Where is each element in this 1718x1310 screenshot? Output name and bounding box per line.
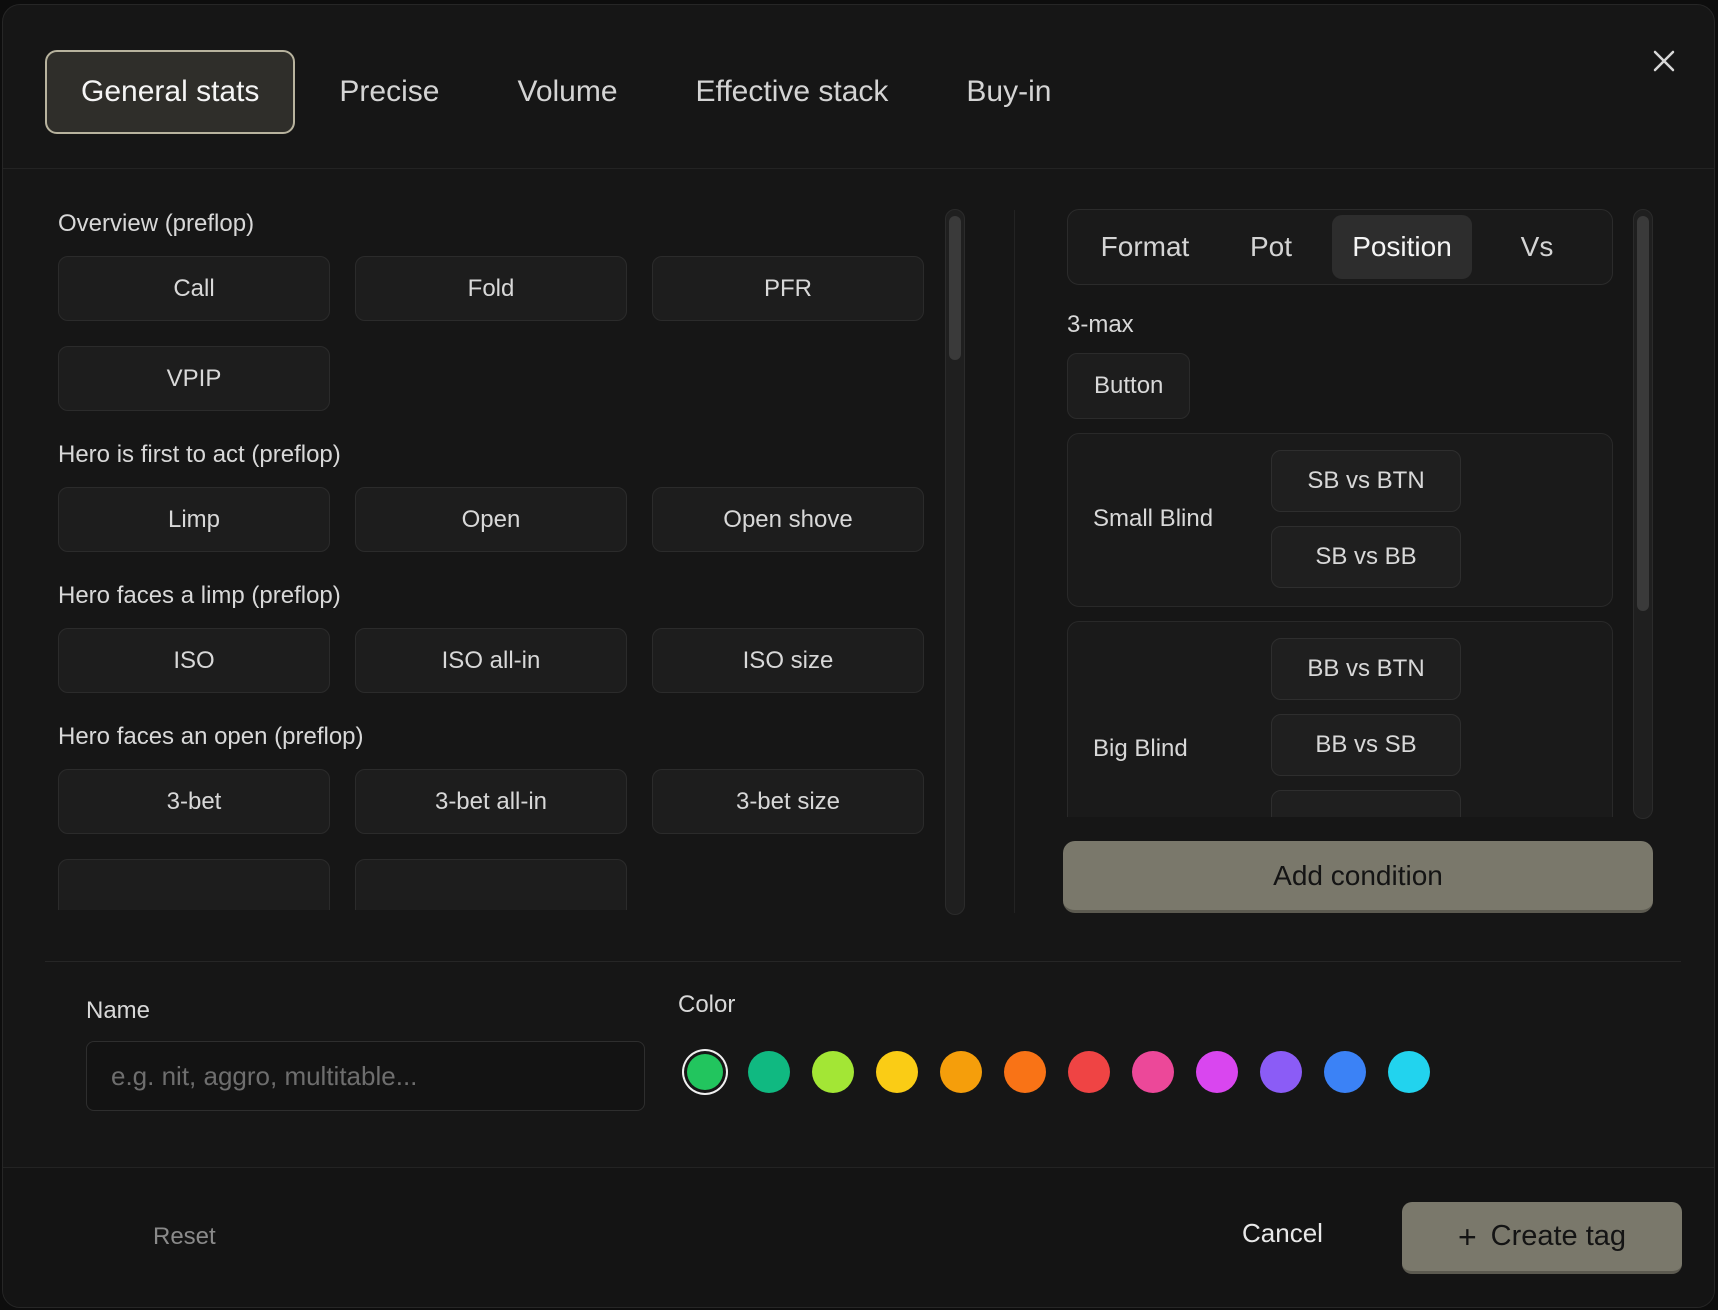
overview-stat-buttons: Call Fold PFR VPIP: [58, 256, 928, 411]
stats-scrollbar[interactable]: [945, 209, 965, 915]
format-label: 3-max: [1067, 311, 1134, 338]
add-condition-button[interactable]: Add condition: [1063, 841, 1653, 913]
tab-pot[interactable]: Pot: [1216, 215, 1326, 279]
stat-button-call[interactable]: Call: [58, 256, 330, 321]
tab-volume[interactable]: Volume: [483, 50, 651, 134]
stats-panel: Overview (preflop) Call Fold PFR VPIP He…: [58, 210, 928, 910]
create-tag-label: Create tag: [1490, 1220, 1627, 1252]
option-partial[interactable]: [1271, 790, 1461, 817]
small-blind-group: Small Blind SB vs BTN SB vs BB: [1067, 433, 1613, 607]
form-divider: [45, 961, 1681, 962]
color-swatch[interactable]: [812, 1051, 854, 1093]
stat-button-3bet[interactable]: 3-bet: [58, 769, 330, 834]
big-blind-label: Big Blind: [1093, 735, 1188, 762]
stat-button-iso-all-in[interactable]: ISO all-in: [355, 628, 627, 693]
panel-divider: [1014, 210, 1015, 913]
first-to-act-stat-buttons: Limp Open Open shove: [58, 487, 928, 552]
stat-button-limp[interactable]: Limp: [58, 487, 330, 552]
create-tag-button[interactable]: + Create tag: [1402, 1202, 1682, 1274]
stats-scrollbar-thumb[interactable]: [949, 216, 961, 360]
stat-button-pfr[interactable]: PFR: [652, 256, 924, 321]
color-swatch[interactable]: [1324, 1051, 1366, 1093]
big-blind-group: Big Blind BB vs BTN BB vs SB: [1067, 621, 1613, 817]
option-bb-vs-sb[interactable]: BB vs SB: [1271, 714, 1461, 776]
color-swatch[interactable]: [1004, 1051, 1046, 1093]
position-conditions: 3-max Button Small Blind SB vs BTN SB vs…: [1067, 305, 1613, 817]
stat-button-vpip[interactable]: VPIP: [58, 346, 330, 411]
section-title-faces-open: Hero faces an open (preflop): [58, 723, 364, 750]
section-title-overview: Overview (preflop): [58, 210, 255, 237]
faces-open-stat-buttons: 3-bet 3-bet all-in 3-bet size: [58, 769, 928, 910]
color-label: Color: [678, 991, 736, 1018]
conditions-scrollbar-thumb[interactable]: [1637, 216, 1649, 611]
color-swatch[interactable]: [1068, 1051, 1110, 1093]
option-sb-vs-bb[interactable]: SB vs BB: [1271, 526, 1461, 588]
stat-button-3bet-size[interactable]: 3-bet size: [652, 769, 924, 834]
stat-button-open[interactable]: Open: [355, 487, 627, 552]
faces-limp-stat-buttons: ISO ISO all-in ISO size: [58, 628, 928, 693]
option-sb-vs-btn[interactable]: SB vs BTN: [1271, 450, 1461, 512]
color-swatch[interactable]: [1388, 1051, 1430, 1093]
color-swatch[interactable]: [1260, 1051, 1302, 1093]
color-swatch[interactable]: [876, 1051, 918, 1093]
tab-precise[interactable]: Precise: [305, 50, 473, 134]
small-blind-label: Small Blind: [1093, 505, 1214, 532]
section-title-first-to-act: Hero is first to act (preflop): [58, 441, 341, 468]
condition-tabs: Format Pot Position Vs: [1067, 209, 1613, 285]
close-button[interactable]: [1644, 41, 1684, 81]
reset-button[interactable]: Reset: [153, 1223, 216, 1251]
color-swatches: [684, 1050, 1452, 1094]
name-input[interactable]: [86, 1041, 645, 1111]
color-swatch[interactable]: [940, 1051, 982, 1093]
stat-button-partial[interactable]: [355, 859, 627, 910]
header-divider: [3, 168, 1714, 169]
tab-buy-in[interactable]: Buy-in: [932, 50, 1085, 134]
tab-position[interactable]: Position: [1332, 215, 1472, 279]
close-icon: [1653, 50, 1675, 72]
plus-icon: +: [1457, 1218, 1477, 1255]
color-swatch[interactable]: [687, 1054, 723, 1090]
tab-vs[interactable]: Vs: [1472, 215, 1602, 279]
color-swatch[interactable]: [1196, 1051, 1238, 1093]
color-swatch[interactable]: [748, 1051, 790, 1093]
create-tag-dialog: General stats Precise Volume Effective s…: [2, 4, 1715, 1308]
stat-button-partial[interactable]: [58, 859, 330, 910]
stat-button-fold[interactable]: Fold: [355, 256, 627, 321]
stat-button-3bet-all-in[interactable]: 3-bet all-in: [355, 769, 627, 834]
tab-format[interactable]: Format: [1074, 215, 1216, 279]
tab-effective-stack[interactable]: Effective stack: [662, 50, 923, 134]
conditions-scrollbar[interactable]: [1633, 209, 1653, 819]
tab-general-stats[interactable]: General stats: [45, 50, 296, 134]
option-bb-vs-btn[interactable]: BB vs BTN: [1271, 638, 1461, 700]
stat-button-iso-size[interactable]: ISO size: [652, 628, 924, 693]
color-swatch[interactable]: [1132, 1051, 1174, 1093]
cancel-button[interactable]: Cancel: [1242, 1218, 1323, 1249]
position-button-button[interactable]: Button: [1067, 353, 1191, 419]
stat-button-iso[interactable]: ISO: [58, 628, 330, 693]
name-label: Name: [86, 997, 151, 1024]
stat-button-open-shove[interactable]: Open shove: [652, 487, 924, 552]
stat-category-tabs: General stats Precise Volume Effective s…: [45, 48, 1095, 136]
section-title-faces-limp: Hero faces a limp (preflop): [58, 582, 341, 609]
